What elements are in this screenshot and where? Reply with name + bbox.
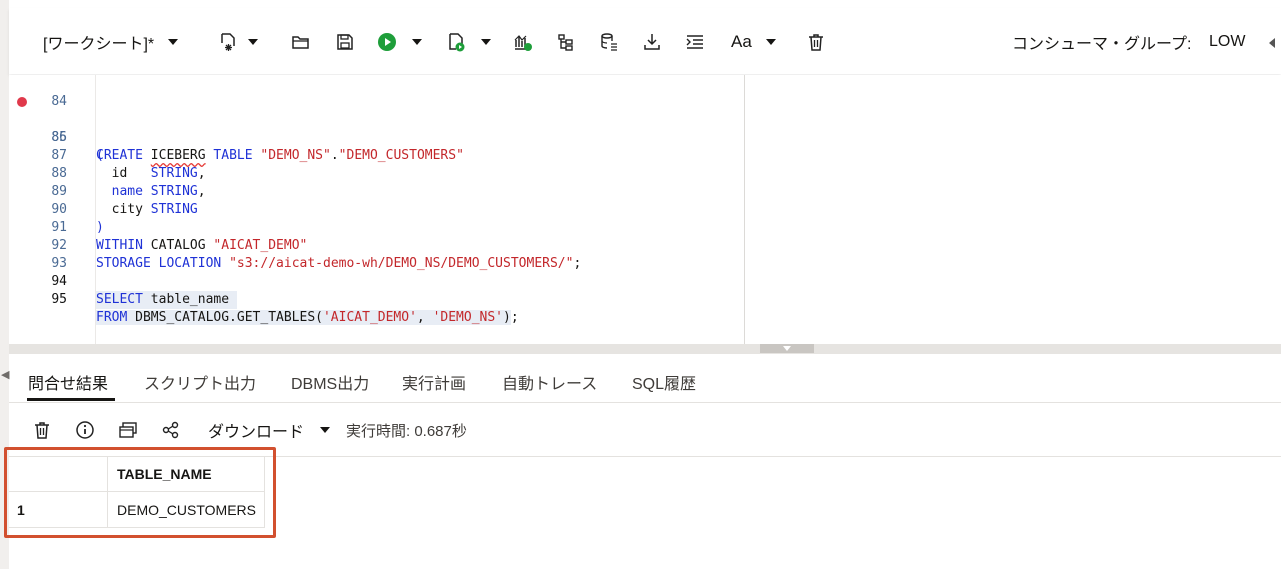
consumer-group-label: コンシューマ・グループ:: [1012, 36, 1192, 53]
code-text: CREATE ICEBERG TABLE "DEMO_NS"."DEMO_CUS…: [96, 148, 464, 163]
run-script-button[interactable]: [445, 30, 491, 54]
font-case-icon: Aa: [731, 32, 752, 51]
highlight-annotation: [4, 447, 276, 538]
tab-query-result[interactable]: 問合せ結果: [28, 370, 108, 394]
explain-plan-icon: [512, 31, 534, 53]
code-line: 89 city STRING: [9, 165, 197, 217]
consumer-group-select[interactable]: LOW: [1209, 30, 1245, 54]
line-number: 94: [51, 274, 67, 289]
code-line: 88 name STRING,: [9, 147, 205, 199]
tab-sql-history[interactable]: SQL履歴: [632, 370, 696, 394]
save-button[interactable]: [334, 30, 356, 54]
data-load-button[interactable]: [598, 30, 620, 54]
code-text: id STRING,: [96, 166, 206, 181]
trash-icon: [805, 31, 827, 53]
code-line: 94 SELECT table_name: [9, 255, 237, 309]
chevron-down-icon: [783, 346, 791, 351]
line-number: 87: [51, 148, 67, 163]
code-line: 84: [9, 75, 67, 109]
share-button[interactable]: [160, 418, 182, 442]
code-line: 90 ): [9, 183, 103, 235]
active-tab-indicator: [27, 398, 115, 401]
tab-script-output[interactable]: スクリプト出力: [144, 370, 256, 394]
line-number: 90: [51, 202, 67, 217]
clear-button[interactable]: [805, 30, 827, 54]
data-load-icon: [598, 31, 620, 53]
new-worksheet-icon: [217, 31, 239, 53]
chevron-down-icon[interactable]: [765, 39, 776, 45]
line-number: 89: [51, 184, 67, 199]
code-line: 93: [9, 237, 67, 271]
worksheet-toolbar: [ワークシート]* Aa コンシューマ・グループ: LOW: [9, 8, 1281, 74]
toolbar-scroll-icon[interactable]: [1269, 38, 1275, 48]
code-text: city STRING: [96, 202, 198, 217]
code-text: STORAGE LOCATION "s3://aicat-demo-wh/DEM…: [96, 256, 582, 271]
line-number: 91: [51, 220, 67, 235]
save-icon: [334, 31, 356, 53]
tab-explain-plan[interactable]: 実行計画: [402, 370, 466, 394]
download-menu[interactable]: ダウンロード: [208, 418, 331, 442]
code-line: 91 WITHIN CATALOG "AICAT_DEMO": [9, 201, 307, 253]
code-text: (: [96, 148, 104, 163]
sql-editor[interactable]: 84 85 CREATE ICEBERG TABLE "DEMO_NS"."DE…: [9, 75, 744, 344]
chevron-down-icon: [320, 427, 331, 433]
font-case-button[interactable]: Aa: [731, 30, 776, 54]
pane-splitter[interactable]: [9, 344, 1281, 354]
collapse-handle[interactable]: [760, 344, 814, 353]
info-icon: [74, 419, 96, 441]
line-number: 95: [51, 292, 67, 307]
open-folder-icon: [290, 31, 312, 53]
code-line: 92 STORAGE LOCATION "s3://aicat-demo-wh/…: [9, 219, 581, 271]
line-number: 84: [51, 94, 67, 109]
autotrace-button[interactable]: [555, 30, 577, 54]
single-record-icon: [117, 419, 139, 441]
info-button[interactable]: [74, 418, 96, 442]
line-number: 92: [51, 238, 67, 253]
worksheet-title: [ワークシート]*: [43, 36, 155, 53]
line-number: 93: [51, 256, 67, 271]
explain-plan-button[interactable]: [512, 30, 534, 54]
format-button[interactable]: [684, 30, 706, 54]
worksheet-selector[interactable]: [ワークシート]*: [43, 30, 179, 54]
clear-output-button[interactable]: [31, 418, 53, 442]
run-icon: [376, 31, 398, 53]
chevron-down-icon[interactable]: [481, 39, 491, 45]
code-line: 95 FROM DBMS_CATALOG.GET_TABLES('AICAT_D…: [9, 273, 519, 325]
editor-side-pane: [744, 75, 1281, 344]
download-icon: [641, 31, 663, 53]
line-number: 86: [51, 130, 67, 145]
new-worksheet-button[interactable]: [217, 30, 258, 54]
chevron-down-icon: [168, 39, 179, 45]
code-text: WITHIN CATALOG "AICAT_DEMO": [96, 238, 308, 253]
line-number: 88: [51, 166, 67, 181]
code-line: 87 id STRING,: [9, 129, 205, 181]
code-text: SELECT table_name: [96, 291, 237, 309]
tab-dbms-output[interactable]: DBMS出力: [291, 370, 369, 394]
chevron-down-icon[interactable]: [248, 39, 258, 45]
code-text: FROM DBMS_CATALOG.GET_TABLES('AICAT_DEMO…: [96, 310, 519, 325]
download-button[interactable]: [641, 30, 663, 54]
autotrace-icon: [555, 31, 577, 53]
trash-icon: [31, 419, 53, 441]
code-text: name STRING,: [111, 184, 206, 199]
code-line: 85 CREATE ICEBERG TABLE "DEMO_NS"."DEMO_…: [9, 93, 464, 163]
open-button[interactable]: [290, 30, 312, 54]
results-tabs: 問合せ結果 スクリプト出力 DBMS出力 実行計画 自動トレース SQL履歴: [9, 356, 1281, 403]
tab-autotrace[interactable]: 自動トレース: [502, 370, 597, 394]
run-script-icon: [445, 31, 467, 53]
format-icon: [684, 31, 706, 53]
chevron-down-icon[interactable]: [412, 39, 422, 45]
execution-time: 実行時間: 0.687秒: [346, 422, 467, 440]
code-text: ): [96, 220, 104, 235]
share-icon: [160, 419, 182, 441]
run-statement-button[interactable]: [376, 30, 422, 54]
breakpoint-icon[interactable]: [17, 97, 27, 107]
download-label: ダウンロード: [208, 424, 305, 441]
single-record-button[interactable]: [117, 418, 139, 442]
code-line: 86 (: [9, 111, 103, 163]
